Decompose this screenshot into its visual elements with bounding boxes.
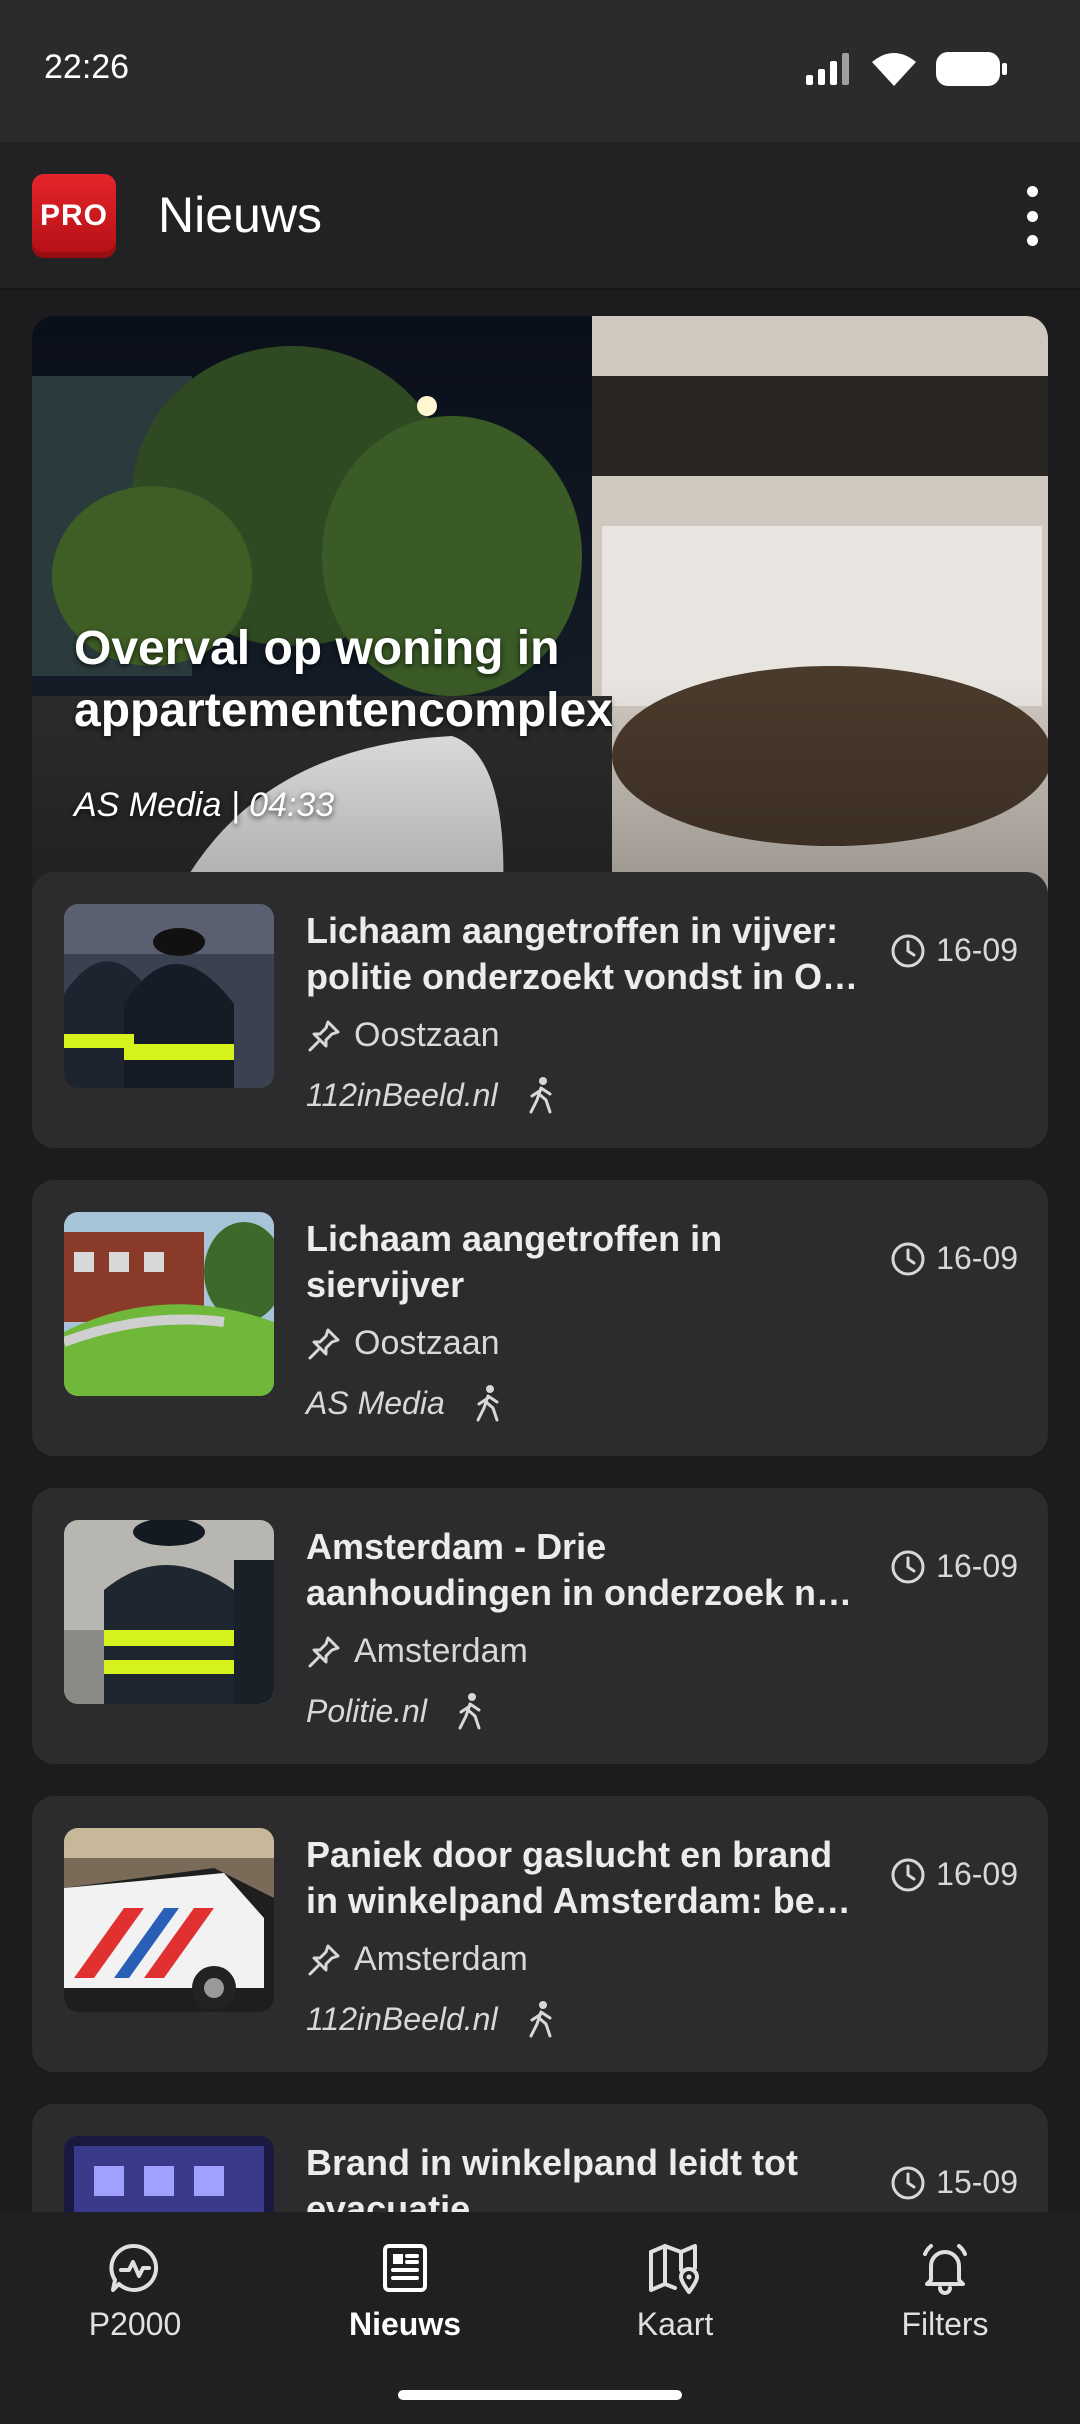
news-location-text: Amsterdam [354, 1632, 528, 1670]
battery-icon [936, 52, 1007, 86]
nav-label: P2000 [88, 2306, 182, 2342]
pin-icon [308, 1328, 340, 1359]
nav-item-nieuws[interactable]: Nieuws [270, 2240, 540, 2360]
news-title: Amsterdam - Drie aanhoudingen in onderzo… [306, 1524, 866, 1616]
news-title-line1: Amsterdam - Drie [306, 1526, 607, 1567]
news-date-text: 16-09 [936, 1548, 1018, 1584]
news-date-text: 16-09 [936, 1856, 1018, 1892]
news-source: 112inBeeld.nl [306, 1076, 556, 1114]
news-location: Oostzaan [306, 1324, 500, 1363]
news-location-text: Oostzaan [354, 1324, 500, 1362]
news-date: 16-09 [890, 1240, 1018, 1277]
news-title-line1: Brand in winkelpand leidt tot [306, 2142, 799, 2183]
walking-icon [476, 1385, 499, 1422]
news-title-line1: Lichaam aangetroffen in vijver: [306, 910, 839, 951]
hero-title: Overval op woning in appartementencomple… [74, 618, 974, 742]
news-thumbnail [64, 2136, 274, 2212]
news-title: Lichaam aangetroffen in vijver: politie … [306, 908, 866, 1000]
walking-icon [529, 2001, 552, 2038]
news-card[interactable]: Lichaam aangetroffen in vijver: politie … [32, 872, 1048, 1148]
news-title-line2: politie onderzoekt vondst in Oostzaan [306, 956, 866, 997]
news-title-line1: Paniek door gaslucht en brand [306, 1834, 833, 1875]
news-feed[interactable]: Overval op woning in appartementencomple… [0, 290, 1080, 2212]
logo-text: PRO [39, 199, 108, 232]
news-title: Brand in winkelpand leidt tot evacuatie [306, 2140, 866, 2212]
news-thumbnail [64, 1828, 274, 2012]
news-title-line2: evacuatie [306, 2188, 471, 2212]
pin-icon [308, 1636, 340, 1667]
news-title-line2: in winkelpand Amsterdam: bewoners [306, 1880, 866, 1921]
pin-icon [308, 1944, 340, 1975]
clock-icon [891, 1550, 925, 1583]
app-bar: PRO Nieuws [0, 142, 1080, 290]
nav-item-p2000[interactable]: P2000 [0, 2240, 270, 2360]
news-title-line2: siervijver [306, 1264, 465, 1305]
news-date: 15-09 [890, 2164, 1018, 2201]
news-date-text: 16-09 [936, 932, 1018, 968]
news-card[interactable]: Lichaam aangetroffen in siervijver 16-09… [32, 1180, 1048, 1456]
news-location: Amsterdam [306, 1940, 528, 1979]
signal-icon [806, 53, 849, 85]
news-thumbnail [64, 1212, 274, 1396]
bell-icon [923, 2244, 967, 2295]
news-source: AS Media [306, 1384, 503, 1422]
news-source: Politie.nl [306, 1692, 485, 1730]
news-location: Oostzaan [306, 1016, 500, 1055]
map-pin-icon [649, 2244, 699, 2294]
news-title-line2: aanhoudingen in onderzoek naar [306, 1572, 866, 1613]
news-date-text: 16-09 [936, 1240, 1018, 1276]
news-location-text: Oostzaan [354, 1016, 500, 1054]
news-source-text: Politie.nl [306, 1692, 427, 1729]
nav-item-kaart[interactable]: Kaart [540, 2240, 810, 2360]
status-time: 22:26 [44, 48, 130, 86]
news-title: Lichaam aangetroffen in siervijver [306, 1216, 866, 1308]
news-title: Paniek door gaslucht en brand in winkelp… [306, 1832, 866, 1924]
home-indicator[interactable] [398, 2390, 682, 2400]
news-thumbnail [64, 1520, 274, 1704]
news-location-text: Amsterdam [354, 1940, 528, 1978]
bottom-nav: P2000 Nieuws Kaart Filters [0, 2212, 1080, 2424]
pin-icon [308, 1020, 340, 1051]
news-title-line1: Lichaam aangetroffen in [306, 1218, 723, 1259]
clock-icon [891, 934, 925, 967]
news-date: 16-09 [890, 932, 1018, 969]
status-bar: 22:26 [0, 0, 1080, 142]
nav-label: Filters [901, 2306, 989, 2342]
walking-icon [458, 1693, 481, 1730]
news-location: Amsterdam [306, 1632, 528, 1671]
clock-icon [891, 1242, 925, 1275]
newspaper-icon [383, 2244, 427, 2292]
nav-label: Nieuws [348, 2306, 462, 2342]
clock-icon [891, 2166, 925, 2199]
hero-meta: AS Media | 04:33 [74, 786, 335, 824]
clock-icon [891, 1858, 925, 1891]
news-card[interactable]: Brand in winkelpand leidt tot evacuatie … [32, 2104, 1048, 2212]
news-source-text: 112inBeeld.nl [306, 1076, 498, 1113]
news-date: 16-09 [890, 1548, 1018, 1585]
news-date: 16-09 [890, 1856, 1018, 1893]
hero-title-line1: Overval op woning in [74, 622, 560, 675]
app-logo: PRO [32, 174, 116, 258]
news-source-text: AS Media [306, 1384, 445, 1421]
wifi-icon [872, 53, 916, 86]
news-source: 112inBeeld.nl [306, 2000, 556, 2038]
more-vert-icon[interactable] [1020, 186, 1044, 246]
hero-title-line2: appartementencomplex [74, 684, 613, 737]
chat-bubble-pulse-icon [109, 2243, 159, 2292]
status-icons [806, 52, 1008, 86]
news-card[interactable]: Amsterdam - Drie aanhoudingen in onderzo… [32, 1488, 1048, 1764]
news-date-text: 15-09 [936, 2164, 1018, 2200]
news-thumbnail [64, 904, 274, 1088]
nav-item-filters[interactable]: Filters [810, 2240, 1080, 2360]
nav-label: Kaart [636, 2306, 714, 2342]
news-source-text: 112inBeeld.nl [306, 2000, 498, 2037]
page-title: Nieuws [158, 187, 322, 243]
walking-icon [529, 1077, 552, 1114]
news-card[interactable]: Paniek door gaslucht en brand in winkelp… [32, 1796, 1048, 2072]
